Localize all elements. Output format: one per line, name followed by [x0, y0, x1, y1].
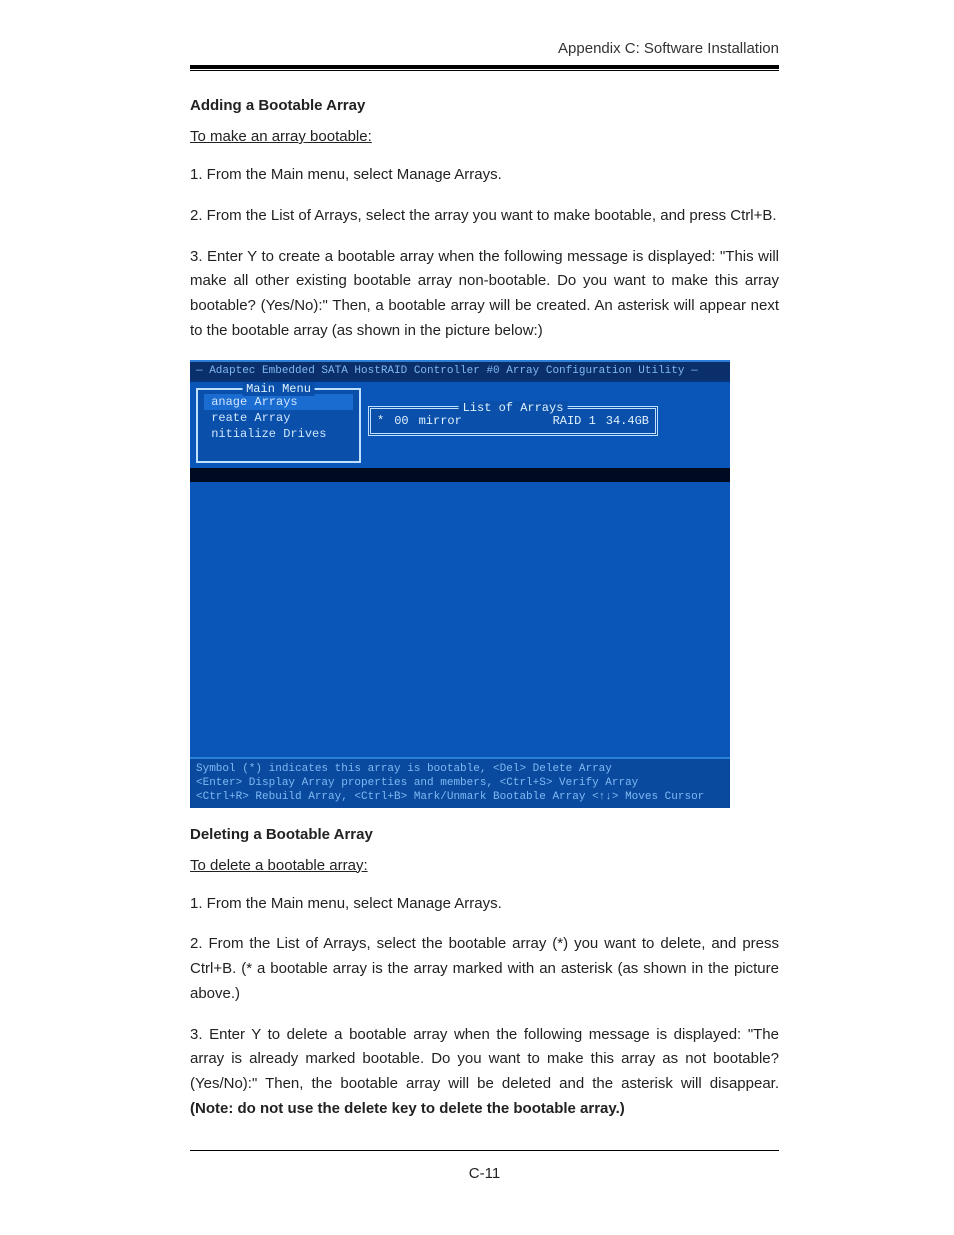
deleting-step-3-note: (Note: do not use the delete key to dele… [190, 1100, 625, 1117]
adding-step-3: 3. Enter Y to create a bootable array wh… [190, 245, 779, 344]
bios-footer-line-3: <Ctrl+R> Rebuild Array, <Ctrl+B> Mark/Un… [196, 790, 724, 804]
deleting-step-3: 3. Enter Y to delete a bootable array wh… [190, 1023, 779, 1122]
bios-array-row[interactable]: * 00 mirror RAID 1 34.4GB [377, 413, 649, 429]
section-heading-adding: Adding a Bootable Array [190, 97, 779, 114]
page-number: C-11 [190, 1165, 779, 1182]
bios-array-raid: RAID 1 [553, 413, 596, 429]
bios-footer-line-2: <Enter> Display Array properties and mem… [196, 776, 724, 790]
bios-list-of-arrays-panel: List of Arrays * 00 mirror RAID 1 34.4GB [368, 406, 658, 436]
bios-title-bar: — Adaptec Embedded SATA HostRAID Control… [190, 360, 730, 382]
deleting-step-3-text: 3. Enter Y to delete a bootable array wh… [190, 1026, 779, 1093]
deleting-step-2: 2. From the List of Arrays, select the b… [190, 932, 779, 1006]
page-header: Appendix C: Software Installation [190, 40, 779, 63]
deleting-step-1: 1. From the Main menu, select Manage Arr… [190, 892, 779, 917]
bios-menu-item-manage-arrays[interactable]: anage Arrays [204, 394, 353, 410]
adding-step-1: 1. From the Main menu, select Manage Arr… [190, 163, 779, 188]
bios-main-menu-panel: Main Menu anage Arrays reate Array nitia… [196, 388, 361, 463]
section-intro-deleting: To delete a bootable array: [190, 857, 779, 874]
bios-footer: Symbol (*) indicates this array is boota… [190, 757, 730, 808]
bios-array-marker: * [377, 413, 384, 429]
section-heading-deleting: Deleting a Bootable Array [190, 826, 779, 843]
document-page: Appendix C: Software Installation Adding… [0, 0, 954, 1235]
bios-menu-item-create-array[interactable]: reate Array [204, 410, 353, 426]
bios-list-of-arrays-title: List of Arrays [459, 401, 568, 415]
header-rule-thin [190, 70, 779, 71]
bios-body: Main Menu anage Arrays reate Array nitia… [190, 382, 730, 757]
bios-main-menu-title: Main Menu [242, 382, 315, 396]
bios-array-name: mirror [419, 413, 543, 429]
bios-footer-line-1: Symbol (*) indicates this array is boota… [196, 762, 724, 776]
footer-rule [190, 1150, 779, 1151]
bios-array-size: 34.4GB [606, 413, 649, 429]
section-intro-adding: To make an array bootable: [190, 128, 779, 145]
bios-screenshot: — Adaptec Embedded SATA HostRAID Control… [190, 360, 730, 808]
bios-menu-item-initialize-drives[interactable]: nitialize Drives [204, 426, 353, 442]
adding-step-2: 2. From the List of Arrays, select the a… [190, 204, 779, 229]
bios-separator-strip [190, 468, 730, 482]
bios-array-id: 00 [394, 413, 408, 429]
header-rule-thick [190, 65, 779, 69]
